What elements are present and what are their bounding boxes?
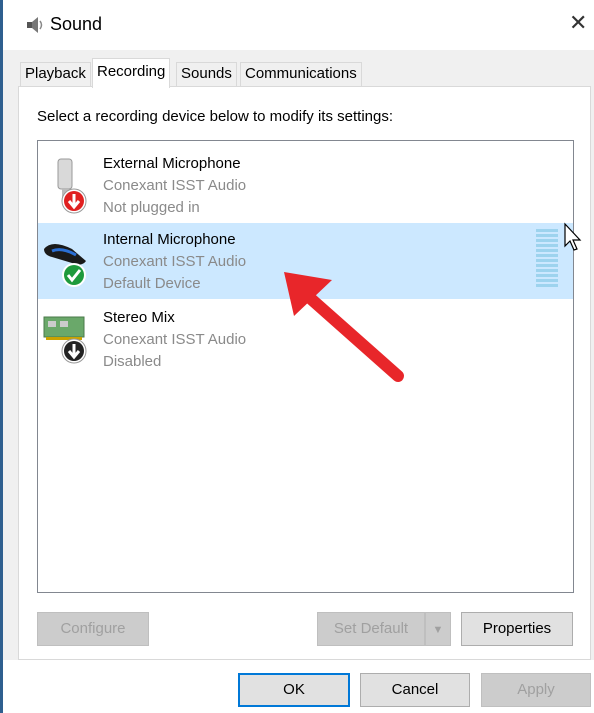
chevron-down-icon: ▼ [432, 624, 444, 636]
list-item-external-microphone[interactable]: External Microphone Conexant ISST Audio … [38, 147, 573, 223]
device-name: External Microphone [103, 155, 241, 172]
set-default-button[interactable]: Set Default [317, 612, 425, 646]
annotation-arrow-icon [280, 268, 410, 392]
properties-button[interactable]: Properties [461, 612, 573, 646]
level-meter [536, 229, 558, 289]
device-status: Not plugged in [103, 199, 200, 216]
set-default-dropdown[interactable]: ▼ [425, 612, 451, 646]
speaker-icon [25, 15, 45, 35]
close-icon[interactable]: ✕ [569, 12, 587, 34]
tab-playback[interactable]: Playback [20, 62, 91, 86]
ok-button[interactable]: OK [238, 673, 350, 707]
mouse-cursor-icon [563, 222, 585, 256]
device-name: Internal Microphone [103, 231, 236, 248]
title-bar: Sound ✕ [3, 0, 594, 50]
device-status: Default Device [103, 275, 201, 292]
configure-button[interactable]: Configure [37, 612, 149, 646]
instruction-text: Select a recording device below to modif… [37, 108, 394, 125]
cancel-button[interactable]: Cancel [360, 673, 470, 707]
tab-sounds[interactable]: Sounds [176, 62, 237, 86]
tab-recording[interactable]: Recording [92, 58, 171, 88]
microphone-unplugged-icon [42, 155, 94, 215]
device-driver: Conexant ISST Audio [103, 177, 247, 194]
window-title: Sound [50, 14, 103, 34]
device-name: Stereo Mix [103, 309, 175, 326]
apply-button[interactable]: Apply [481, 673, 591, 707]
sound-card-disabled-icon [42, 309, 94, 369]
device-driver: Conexant ISST Audio [103, 331, 247, 348]
microphone-default-icon [42, 231, 94, 291]
tab-communications[interactable]: Communications [240, 62, 362, 86]
device-status: Disabled [103, 353, 162, 370]
device-driver: Conexant ISST Audio [103, 253, 247, 270]
